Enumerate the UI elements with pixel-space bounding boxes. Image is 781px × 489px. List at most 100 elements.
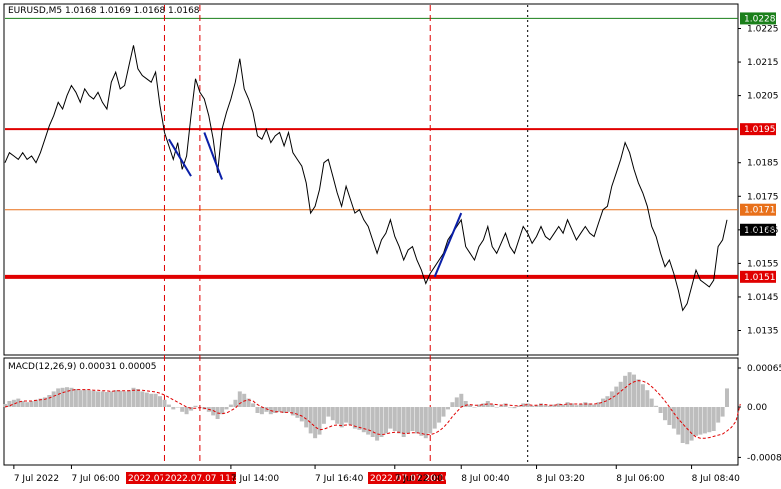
macd-histogram-bar bbox=[326, 407, 331, 417]
macd-histogram-bar bbox=[321, 407, 326, 424]
macd-histogram-bar bbox=[694, 407, 698, 436]
level-badge-label: 1.0171 bbox=[744, 206, 776, 216]
macd-histogram-bar bbox=[317, 407, 322, 435]
macd-histogram-bar bbox=[658, 407, 663, 413]
macd-histogram-bar bbox=[162, 399, 167, 407]
macd-histogram-bar bbox=[645, 390, 650, 407]
x-tick-label: 7 Jul 16:40 bbox=[315, 474, 364, 484]
x-tick-label: 8 Jul 00:40 bbox=[461, 474, 510, 484]
macd-histogram-bar bbox=[277, 407, 282, 412]
macd-histogram-bar bbox=[251, 403, 256, 407]
macd-histogram-bar bbox=[401, 407, 406, 437]
macd-histogram-bar bbox=[313, 407, 318, 439]
macd-histogram-bar bbox=[702, 407, 707, 434]
macd-histogram-bar bbox=[295, 407, 300, 418]
macd-histogram-bar bbox=[685, 407, 690, 445]
macd-histogram-bar bbox=[636, 379, 641, 407]
macd-histogram-bar bbox=[698, 407, 703, 435]
macd-histogram-bar bbox=[707, 407, 712, 433]
macd-histogram-bar bbox=[494, 407, 499, 408]
macd-histogram-bar bbox=[720, 407, 725, 417]
macd-histogram-bar bbox=[725, 388, 729, 407]
macd-histogram-bar bbox=[122, 391, 127, 407]
macd-histogram-bar bbox=[547, 405, 552, 407]
macd-histogram-bar bbox=[419, 407, 424, 436]
macd-histogram-bar bbox=[618, 381, 623, 407]
macd-histogram-bar bbox=[60, 387, 65, 407]
macd-histogram-bar bbox=[392, 407, 397, 431]
macd-histogram-bar bbox=[490, 404, 495, 407]
macd-histogram-bar bbox=[379, 407, 384, 437]
price-y-tick-label: 1.0205 bbox=[747, 92, 779, 102]
price-y-tick-label: 1.0185 bbox=[747, 159, 779, 169]
macd-histogram-bar bbox=[25, 402, 30, 407]
macd-histogram-bar bbox=[530, 405, 535, 407]
macd-histogram-bar bbox=[149, 393, 154, 407]
price-y-tick-label: 1.0155 bbox=[747, 259, 779, 269]
macd-histogram-bar bbox=[73, 389, 78, 407]
macd-histogram-bar bbox=[104, 392, 109, 407]
macd-histogram-bar bbox=[508, 407, 512, 408]
macd-histogram-bar bbox=[228, 404, 233, 407]
macd-histogram-bar bbox=[627, 372, 632, 407]
x-tick-label: 8 Jul 06:00 bbox=[616, 474, 665, 484]
symbol-header: EURUSD,M5 1.0168 1.0169 1.0168 1.0168 bbox=[8, 6, 200, 16]
macd-histogram-bar bbox=[304, 407, 309, 428]
macd-histogram-bar bbox=[640, 384, 645, 407]
macd-histogram-bar bbox=[344, 407, 349, 423]
price-y-tick-label: 1.0175 bbox=[747, 192, 779, 202]
x-tick-label: 7 Jul 22:00 bbox=[395, 474, 444, 484]
macd-histogram-bar bbox=[375, 407, 380, 441]
macd-histogram-bar bbox=[472, 407, 477, 408]
macd-histogram-bar bbox=[574, 405, 579, 407]
macd-histogram-bar bbox=[78, 390, 83, 407]
level-badge-label: 1.0228 bbox=[744, 14, 776, 24]
macd-histogram-bar bbox=[153, 393, 158, 407]
macd-histogram-bar bbox=[113, 390, 118, 407]
macd-histogram-bar bbox=[158, 396, 162, 407]
time-marker-label: 2022.07 bbox=[128, 474, 165, 484]
macd-histogram-bar bbox=[583, 402, 588, 407]
macd-histogram-bar bbox=[87, 390, 92, 407]
macd-histogram-bar bbox=[428, 407, 433, 434]
x-tick-label: 7 Jul 06:00 bbox=[71, 474, 120, 484]
macd-histogram-bar bbox=[410, 407, 415, 431]
macd-histogram-bar bbox=[415, 407, 419, 434]
macd-histogram-bar bbox=[463, 401, 468, 407]
macd-histogram-bar bbox=[51, 391, 56, 407]
macd-histogram-bar bbox=[406, 407, 411, 434]
macd-histogram-bar bbox=[171, 407, 176, 410]
macd-histogram-bar bbox=[592, 404, 597, 407]
chart-canvas: 1.02281.01951.01711.01511.0168 2022.07 20… bbox=[0, 0, 781, 489]
macd-histogram-bar bbox=[432, 407, 437, 429]
macd-histogram-bar bbox=[671, 407, 676, 429]
macd-histogram-bar bbox=[56, 388, 61, 407]
macd-histogram-bar bbox=[335, 407, 340, 424]
macd-histogram-bar bbox=[654, 405, 659, 407]
macd-histogram-bar bbox=[397, 407, 402, 434]
macd-y-tick-label: 0.00065 bbox=[747, 364, 781, 374]
macd-histogram-bar bbox=[166, 404, 171, 407]
macd-histogram-bar bbox=[632, 374, 636, 407]
macd-histogram-bar bbox=[255, 407, 260, 413]
macd-histogram-bar bbox=[663, 407, 667, 421]
macd-histogram-bar bbox=[423, 407, 428, 439]
price-y-tick-label: 1.0145 bbox=[747, 293, 779, 303]
macd-histogram-bar bbox=[65, 387, 69, 407]
macd-histogram-bar bbox=[649, 398, 654, 407]
price-y-tick-label: 1.0135 bbox=[747, 327, 779, 337]
macd-histogram-bar bbox=[100, 391, 105, 407]
macd-histogram-bar bbox=[135, 389, 140, 407]
macd-histogram-bar bbox=[180, 407, 185, 412]
price-y-tick-label: 1.0215 bbox=[747, 58, 779, 68]
level-badge-label: 1.0195 bbox=[744, 125, 776, 135]
macd-histogram-bar bbox=[357, 407, 362, 430]
macd-histogram-bar bbox=[459, 393, 464, 407]
macd-histogram-bar bbox=[96, 391, 100, 407]
macd-histogram-bar bbox=[689, 407, 694, 441]
macd-histogram-bar bbox=[224, 407, 229, 410]
macd-histogram-bar bbox=[91, 390, 96, 407]
macd-histogram-bar bbox=[330, 407, 335, 421]
macd-histogram-bar bbox=[352, 407, 357, 429]
macd-histogram-bar bbox=[446, 407, 450, 410]
